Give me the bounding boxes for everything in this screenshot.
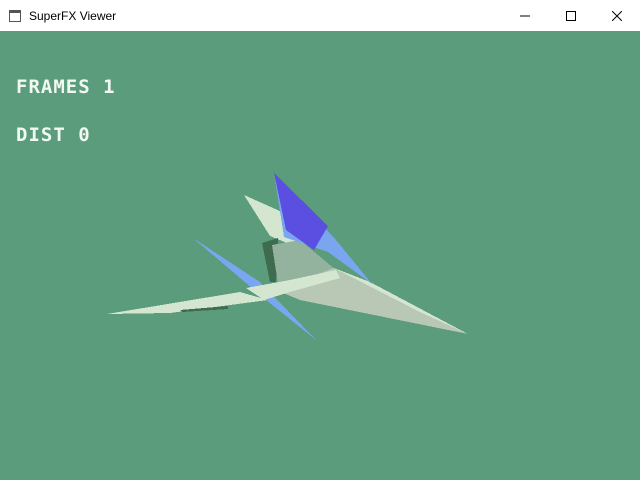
- render-viewport[interactable]: FRAMES 1 DIST 0: [0, 31, 640, 480]
- close-button[interactable]: [594, 0, 640, 31]
- maximize-icon: [566, 10, 576, 21]
- title-bar[interactable]: SuperFX Viewer: [0, 0, 640, 31]
- arwing-model: [107, 173, 468, 340]
- minimize-icon: [520, 15, 530, 16]
- app-window: SuperFX Viewer FRAMES 1 DIST 0: [0, 0, 640, 480]
- close-icon: [612, 10, 622, 21]
- minimize-button[interactable]: [502, 0, 548, 31]
- window-title: SuperFX Viewer: [29, 8, 117, 23]
- window-app-icon: [9, 9, 21, 22]
- maximize-button[interactable]: [548, 0, 594, 31]
